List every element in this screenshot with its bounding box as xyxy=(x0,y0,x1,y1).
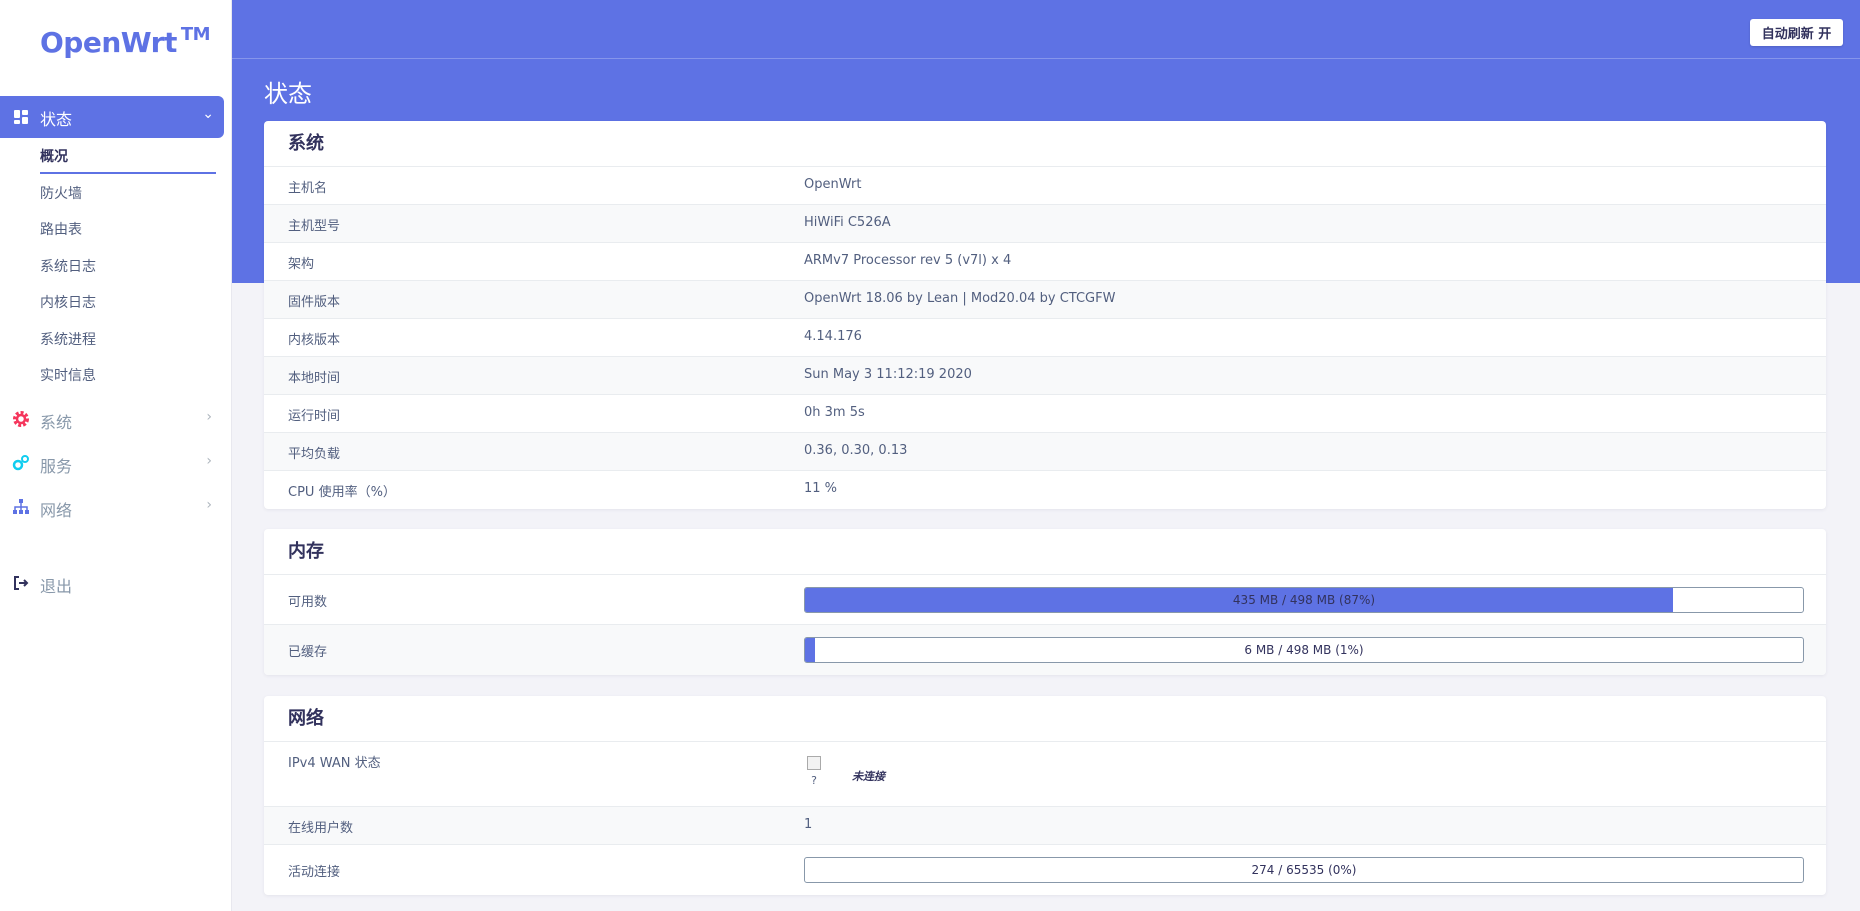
logout-icon xyxy=(14,576,29,590)
sidebar-item-services[interactable]: 服务 › xyxy=(0,445,224,481)
info-key: 固件版本 xyxy=(288,295,341,310)
info-key: 在线用户数 xyxy=(288,821,354,836)
chevron-right-icon: › xyxy=(206,453,212,469)
info-value: Sun May 3 11:12:19 2020 xyxy=(804,367,972,382)
info-row-firmware: 固件版本 OpenWrt 18.06 by Lean | Mod20.04 by… xyxy=(264,281,1826,319)
info-row-load-average: 平均负载 0.36, 0.30, 0.13 xyxy=(264,433,1826,471)
auto-refresh-toggle-button[interactable]: 自动刷新 开 xyxy=(1750,19,1843,46)
info-row-local-time: 本地时间 Sun May 3 11:12:19 2020 xyxy=(264,357,1826,395)
sidebar-item-label: 退出 xyxy=(40,577,73,596)
sidebar: OpenWrt TM 状态 ⌄ 概况 防火墙 路由表 系统日志 内核日志 系统进程… xyxy=(0,0,232,911)
sidebar-item-label: 网络 xyxy=(40,501,73,520)
info-value: HiWiFi C526A xyxy=(804,215,891,230)
info-row-hostname: 主机名 OpenWrt xyxy=(264,167,1826,205)
progress-text: 274 / 65535 (0%) xyxy=(1251,863,1357,877)
info-row-cpu-usage: CPU 使用率（%） 11 % xyxy=(264,471,1826,509)
network-row-connections: 活动连接 274 / 65535 (0%) xyxy=(264,845,1826,895)
dashboard-icon xyxy=(14,110,28,124)
info-key: 主机型号 xyxy=(288,219,341,234)
submenu-firewall[interactable]: 防火墙 xyxy=(40,183,82,211)
memory-card-title: 内存 xyxy=(264,529,1826,575)
info-row-architecture: 架构 ARMv7 Processor rev 5 (v7l) x 4 xyxy=(264,243,1826,281)
submenu-kernel-log[interactable]: 内核日志 xyxy=(40,292,96,320)
logo-tm: TM xyxy=(180,24,211,45)
submenu-routes[interactable]: 路由表 xyxy=(40,219,82,247)
info-key: 平均负载 xyxy=(288,447,341,462)
info-value: 0h 3m 5s xyxy=(804,405,865,420)
info-key: 活动连接 xyxy=(288,865,341,880)
info-row-model: 主机型号 HiWiFi C526A xyxy=(264,205,1826,243)
system-card: 系统 主机名 OpenWrt 主机型号 HiWiFi C526A 架构 ARMv… xyxy=(264,121,1826,509)
sidebar-item-system[interactable]: 系统 › xyxy=(0,401,224,437)
progress-text: 6 MB / 498 MB (1%) xyxy=(1244,643,1364,657)
info-value: 0.36, 0.30, 0.13 xyxy=(804,443,908,458)
sidebar-item-status[interactable]: 状态 ⌄ xyxy=(0,96,224,138)
cogs-icon xyxy=(12,455,29,471)
info-value: 1 xyxy=(804,817,813,832)
network-row-online-users: 在线用户数 1 xyxy=(264,807,1826,845)
submenu-overview[interactable]: 概况 xyxy=(40,146,216,174)
broken-image-icon xyxy=(807,756,821,770)
info-key: 主机名 xyxy=(288,181,328,196)
info-value: ARMv7 Processor rev 5 (v7l) x 4 xyxy=(804,253,1012,268)
sidebar-item-label: 状态 xyxy=(40,110,73,129)
submenu-syslog[interactable]: 系统日志 xyxy=(40,256,96,284)
sidebar-item-label: 服务 xyxy=(40,457,73,476)
memory-row-cached: 已缓存 6 MB / 498 MB (1%) xyxy=(264,625,1826,675)
info-row-uptime: 运行时间 0h 3m 5s xyxy=(264,395,1826,433)
info-row-kernel: 内核版本 4.14.176 xyxy=(264,319,1826,357)
submenu-realtime[interactable]: 实时信息 xyxy=(40,365,96,393)
wan-status-text: 未连接 xyxy=(852,770,885,783)
network-card: 网络 IPv4 WAN 状态 ? 未连接 在线用户数 1 活动连接 274 / … xyxy=(264,696,1826,895)
sidebar-item-network[interactable]: 网络 › xyxy=(0,489,224,525)
gear-icon xyxy=(13,411,29,427)
memory-card: 内存 可用数 435 MB / 498 MB (87%) 已缓存 6 MB / … xyxy=(264,529,1826,675)
header-divider xyxy=(232,58,1860,59)
openwrt-logo[interactable]: OpenWrt TM xyxy=(40,24,211,59)
sidebar-item-label: 系统 xyxy=(40,413,73,432)
info-key: 架构 xyxy=(288,257,315,272)
logo-text: OpenWrt xyxy=(40,26,177,59)
chevron-right-icon: › xyxy=(206,497,212,513)
info-key: 已缓存 xyxy=(288,645,328,660)
memory-row-available: 可用数 435 MB / 498 MB (87%) xyxy=(264,575,1826,625)
sidebar-item-logout[interactable]: 退出 xyxy=(0,565,224,601)
page-title: 状态 xyxy=(264,80,312,108)
info-key: CPU 使用率（%） xyxy=(288,485,396,500)
info-key: 可用数 xyxy=(288,595,328,610)
wan-icon-caption: ? xyxy=(811,774,817,787)
progress-bar: 274 / 65535 (0%) xyxy=(804,857,1804,883)
submenu-processes[interactable]: 系统进程 xyxy=(40,329,96,357)
info-key: 内核版本 xyxy=(288,333,341,348)
info-value: OpenWrt 18.06 by Lean | Mod20.04 by CTCG… xyxy=(804,291,1116,306)
network-row-wan: IPv4 WAN 状态 ? 未连接 xyxy=(264,742,1826,807)
wan-status-icon: ? xyxy=(804,756,824,787)
progress-bar: 6 MB / 498 MB (1%) xyxy=(804,637,1804,663)
sitemap-icon xyxy=(13,499,29,514)
progress-bar: 435 MB / 498 MB (87%) xyxy=(804,587,1804,613)
info-key: 运行时间 xyxy=(288,409,341,424)
network-card-title: 网络 xyxy=(264,696,1826,742)
info-key: 本地时间 xyxy=(288,371,341,386)
chevron-right-icon: › xyxy=(206,409,212,425)
info-value: 11 % xyxy=(804,481,838,496)
info-value: 4.14.176 xyxy=(804,329,862,344)
info-key: IPv4 WAN 状态 xyxy=(288,756,381,771)
info-value: OpenWrt xyxy=(804,177,862,192)
progress-text: 435 MB / 498 MB (87%) xyxy=(1232,593,1376,607)
system-card-title: 系统 xyxy=(264,121,1826,167)
chevron-down-icon: ⌄ xyxy=(202,106,214,122)
